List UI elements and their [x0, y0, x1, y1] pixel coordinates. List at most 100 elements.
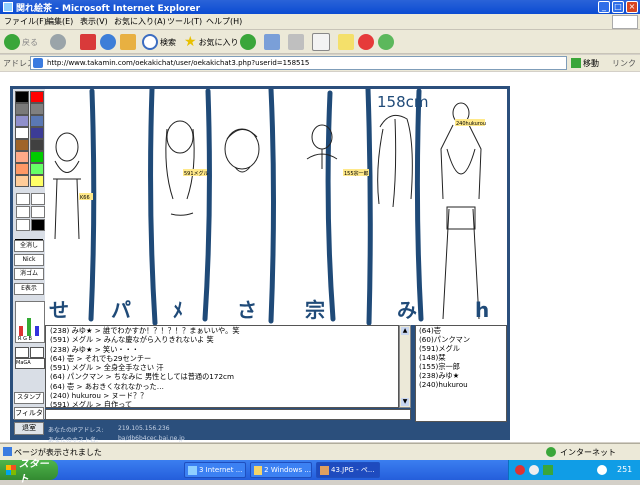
stop-button[interactable] — [80, 33, 96, 51]
color-swatch[interactable] — [30, 151, 44, 163]
color-swatch[interactable] — [15, 115, 29, 127]
user-entry[interactable]: (240)hukurou — [419, 380, 506, 389]
envelope-icon[interactable] — [30, 347, 44, 358]
back-button[interactable]: 戻る — [4, 33, 38, 51]
print-button[interactable] — [288, 33, 304, 51]
name-tag: 155宗一郎 — [344, 170, 369, 177]
scroll-up-icon[interactable]: ▲ — [401, 327, 409, 335]
color-swatch[interactable] — [15, 103, 29, 115]
color-swatch[interactable] — [30, 175, 44, 187]
address-input[interactable]: http://www.takamin.com/oekakichat/user/o… — [30, 56, 567, 70]
note-button[interactable] — [338, 33, 354, 51]
star-icon: ★ — [184, 34, 197, 50]
color-swatch[interactable] — [15, 91, 29, 103]
favorites-button[interactable]: ★ お気に入り — [184, 33, 239, 51]
stamp-button[interactable]: スタンプ — [14, 392, 44, 404]
nick-button[interactable]: Nick — [14, 254, 44, 266]
user-entry[interactable]: (60)パンクマン — [419, 335, 506, 344]
task-internet[interactable]: 3 Internet ... — [184, 462, 246, 478]
clock: 251 — [617, 465, 633, 474]
addon-button[interactable] — [358, 33, 374, 51]
host-value: ba/db6b4cec.bai.ne.jp — [118, 435, 185, 442]
pen-size-2[interactable] — [31, 193, 45, 205]
pen-size-5[interactable] — [16, 219, 30, 231]
color-swatch[interactable] — [15, 175, 29, 187]
color-swatch[interactable] — [30, 115, 44, 127]
volume-icon[interactable] — [597, 465, 607, 475]
scroll-down-icon[interactable]: ▼ — [401, 398, 409, 406]
pen-size-1[interactable] — [16, 193, 30, 205]
chat-log: (238) みゆ★ > 誰でわかすか！？！？！？まぁいいや。笑 (591) メグル… — [45, 325, 399, 408]
clear-all-button[interactable]: 全消し — [14, 240, 44, 252]
home-button[interactable] — [120, 33, 136, 51]
eraser-button[interactable]: 消ゴム — [14, 268, 44, 280]
search-icon — [142, 34, 158, 50]
maximize-button[interactable]: □ — [612, 1, 624, 13]
divider-line — [414, 88, 424, 322]
mail-button[interactable] — [264, 33, 280, 51]
color-swatch[interactable] — [15, 127, 29, 139]
filter-button[interactable]: フィルタ — [14, 407, 44, 420]
windows-flag-icon — [6, 465, 16, 475]
title-bar: 関れ絵茶 - Microsoft Internet Explorer _ □ × — [0, 0, 640, 14]
drawing-canvas[interactable]: 158cm K66 591メグル 155宗一郎 240hukurou せ パ ﾒ… — [45, 86, 507, 326]
color-swatch[interactable] — [30, 139, 44, 151]
figure-head — [166, 120, 194, 154]
color-swatch[interactable] — [30, 103, 44, 115]
forward-button[interactable] — [50, 33, 66, 51]
minimize-button[interactable]: _ — [598, 1, 610, 13]
page-icon — [33, 58, 43, 68]
display-button[interactable]: E表示 — [14, 283, 44, 295]
refresh-button[interactable] — [100, 33, 116, 51]
mail-icon — [264, 34, 280, 50]
tray-icon[interactable] — [529, 465, 539, 475]
user-entry[interactable]: (155)宗一郎 — [419, 362, 506, 371]
color-swatch[interactable] — [15, 151, 29, 163]
search-button[interactable]: 検索 — [142, 33, 176, 51]
chat-input[interactable] — [45, 409, 411, 420]
page-done-icon — [3, 447, 12, 456]
menu-edit[interactable]: 編集(E) — [46, 16, 73, 27]
canvas-char: h — [475, 298, 489, 322]
canvas-char: ﾒ — [173, 298, 183, 322]
user-entry[interactable]: (64)壱 — [419, 326, 506, 335]
menu-favorites[interactable]: お気に入り(A) — [114, 16, 166, 27]
user-entry[interactable]: (591)メグル — [419, 344, 506, 353]
messenger-button[interactable] — [378, 33, 394, 51]
rgb-slider[interactable]: R G B — [15, 301, 45, 343]
b-bar — [35, 326, 39, 336]
mail-icon[interactable] — [15, 347, 29, 358]
menu-help[interactable]: ヘルプ(H) — [206, 16, 242, 27]
color-swatch[interactable] — [30, 163, 44, 175]
tray-icon[interactable] — [543, 465, 553, 475]
close-button[interactable]: × — [626, 1, 638, 13]
chat-scrollbar[interactable]: ▲ ▼ — [399, 325, 411, 408]
task-paint[interactable]: 43.JPG - ペ... — [316, 462, 380, 478]
go-button[interactable]: 移動 — [571, 56, 607, 70]
links-label[interactable]: リンク — [612, 58, 636, 69]
refresh-icon — [100, 34, 116, 50]
chat-line: (238) みゆ★ > 誰でわかすか！？！？！？まぁいいや。笑 — [50, 326, 240, 335]
user-entry[interactable]: (238)みゆ★ — [419, 371, 506, 380]
tray-icon[interactable] — [515, 465, 525, 475]
color-swatch[interactable] — [30, 91, 44, 103]
menu-view[interactable]: 表示(V) — [80, 16, 108, 27]
figure-body — [306, 149, 338, 169]
start-button[interactable]: スタート — [0, 459, 58, 485]
divider-line — [88, 88, 97, 322]
menu-file[interactable]: ファイル(F) — [4, 16, 47, 27]
window-title: 関れ絵茶 - Microsoft Internet Explorer — [16, 4, 201, 14]
pen-size-4[interactable] — [31, 206, 45, 218]
pen-size-3[interactable] — [16, 206, 30, 218]
color-swatch[interactable] — [15, 163, 29, 175]
task-windows[interactable]: 2 Windows ... — [250, 462, 312, 478]
user-entry[interactable]: (148)栞 — [419, 353, 506, 362]
color-swatch[interactable] — [15, 139, 29, 151]
edit-button[interactable] — [312, 33, 330, 51]
figure-body — [440, 124, 482, 320]
media-button[interactable] — [240, 33, 256, 51]
color-swatch[interactable] — [30, 127, 44, 139]
leave-button[interactable]: 退室 — [14, 422, 44, 435]
pen-size-6[interactable] — [31, 219, 45, 231]
menu-tools[interactable]: ツール(T) — [167, 16, 202, 27]
